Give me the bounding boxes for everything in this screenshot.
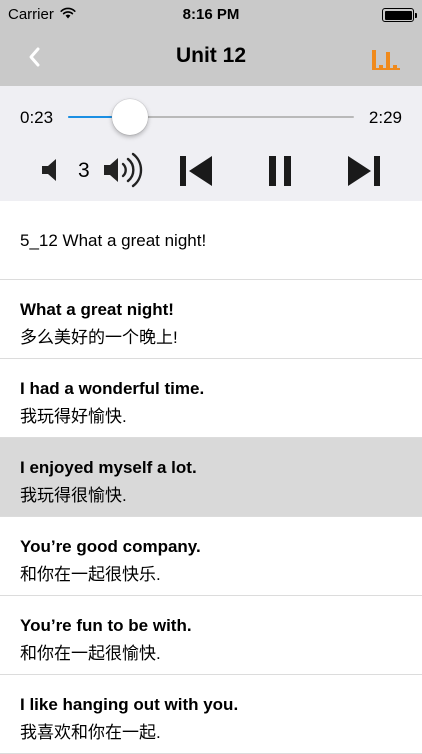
sentence-english: What a great night!: [20, 300, 174, 319]
sentence-english: You’re fun to be with.: [20, 616, 192, 635]
sentence-chinese: 我玩得很愉快.: [20, 486, 127, 505]
next-button[interactable]: [346, 154, 382, 188]
status-bar: Carrier 8:16 PM: [0, 0, 422, 28]
nav-bar: Unit 12: [0, 28, 422, 86]
pause-icon: [269, 156, 291, 186]
list-item[interactable]: I had a wonderful time. 我玩得好愉快.: [0, 359, 422, 438]
volume-down-button[interactable]: [40, 157, 64, 183]
page-title: Unit 12: [175, 44, 246, 67]
sentence-chinese: 我玩得好愉快.: [20, 407, 127, 426]
sentence-english: I enjoyed myself a lot.: [20, 458, 197, 477]
sentence-chinese: 和你在一起很愉快.: [20, 644, 161, 663]
bar-chart-icon: [372, 50, 400, 70]
total-time: 2:29: [368, 108, 402, 127]
volume-down-icon: [42, 159, 56, 181]
audio-player: 0:23 2:29 3: [0, 86, 422, 201]
list-item[interactable]: You’re fun to be with. 和你在一起很愉快.: [0, 596, 422, 675]
sentence-english: You’re good company.: [20, 537, 201, 556]
stats-button[interactable]: [370, 48, 402, 72]
skip-previous-icon: [180, 156, 212, 186]
battery-icon: [382, 8, 417, 22]
pause-button[interactable]: [265, 154, 295, 188]
list-item[interactable]: What a great night! 多么美好的一个晚上!: [0, 280, 422, 359]
status-time: 8:16 PM: [182, 6, 240, 23]
sentence-chinese: 多么美好的一个晚上!: [20, 328, 178, 347]
progress-fill: [68, 116, 112, 118]
current-time: 0:23: [20, 108, 54, 127]
sentence-chinese: 和你在一起很快乐.: [20, 565, 161, 584]
list-item[interactable]: I enjoyed myself a lot. 我玩得很愉快.: [0, 438, 422, 517]
volume-up-button[interactable]: [102, 152, 144, 188]
list-item[interactable]: I like hanging out with you. 我喜欢和你在一起.: [0, 675, 422, 754]
sentence-chinese: 我喜欢和你在一起.: [20, 723, 161, 742]
lesson-header: 5_12 What a great night!: [0, 201, 422, 280]
sentence-english: I had a wonderful time.: [20, 379, 205, 398]
volume-level: 3: [78, 159, 90, 182]
skip-next-icon: [348, 156, 380, 186]
volume-up-icon: [104, 152, 143, 188]
sentence-english: I like hanging out with you.: [20, 695, 239, 714]
list-item[interactable]: You’re good company. 和你在一起很快乐.: [0, 517, 422, 596]
sentence-list: 5_12 What a great night! What a great ni…: [0, 201, 422, 754]
previous-button[interactable]: [178, 154, 214, 188]
lesson-title: 5_12 What a great night!: [20, 231, 207, 250]
progress-slider-thumb[interactable]: [112, 99, 148, 135]
